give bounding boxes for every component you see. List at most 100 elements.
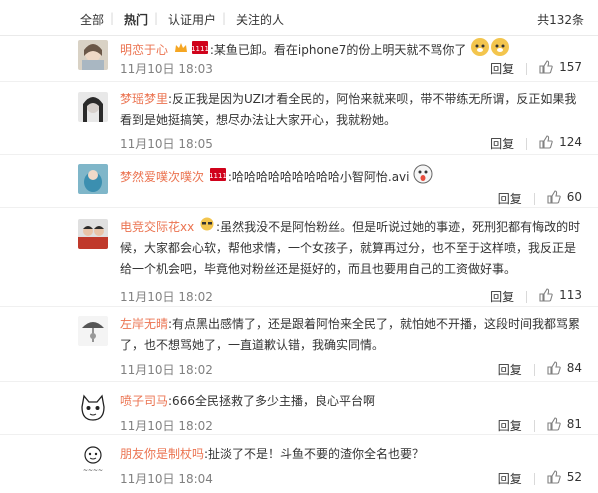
comment-meta: 11月10日 18:02 回复 81 [120,417,582,435]
comment-body: 喷子司马:666全民拯救了多少主播，良心平台啊 [120,391,582,412]
avatar[interactable]: ~~~~ [78,444,108,474]
tab-separator: | [154,11,159,25]
reply-button[interactable]: 回复 [498,190,522,207]
comment-text: :666全民拯救了多少主播，良心平台啊 [168,394,375,408]
svg-text:1111: 1111 [192,45,208,53]
like-count: 52 [566,470,582,484]
thumbs-up-icon [547,361,561,378]
comment-text: :反正我是因为UZI才看全民的，阿怡来就来呗，带不带练无所谓，反正如果我看到是她… [120,92,577,127]
avatar[interactable] [78,164,108,194]
comment-time: 11月10日 18:02 [120,419,213,433]
thumbs-up-icon [547,190,561,207]
member-11-11-badge-icon: 1111 [209,167,227,188]
comment-item: ~~~~ 朋友你是制杖吗:扯淡了不是！斗鱼不要的渣你全名也要？ 11月10日 1… [0,438,598,493]
member-11-11-badge-icon: 1111 [191,40,209,61]
tongue-out-emoji-icon [413,164,433,191]
tab-separator: | [110,11,115,25]
comment-username[interactable]: 喷子司马 [120,394,168,408]
like-button[interactable]: 124 [539,135,582,152]
comment-filter-tabs: 全部 | 热门 | 认证用户 | 关注的人 共132条 [0,0,598,36]
comment-total-count: 共132条 [537,13,584,27]
like-count: 81 [566,417,582,431]
comment-item: 左岸无晴:有点黑出感情了，还是跟着阿怡来全民了，就怕她不开播，这段时间我都骂累了… [0,310,598,382]
action-divider [526,63,528,75]
tab-hot[interactable]: 热门 [124,11,148,28]
comment-item: 喷子司马:666全民拯救了多少主播，良心平台啊 11月10日 18:02 回复 8… [0,385,598,435]
comment-actions: 回复 113 [490,288,582,306]
reply-button[interactable]: 回复 [498,470,522,487]
comment-time: 11月10日 18:03 [120,62,213,76]
action-divider [533,364,535,376]
comment-meta: 11月10日 18:02 回复 113 [120,288,582,306]
thumbs-up-icon [539,60,553,77]
comment-body: 梦瑶梦里:反正我是因为UZI才看全民的，阿怡来就来呗，带不带练无所谓，反正如果我… [120,89,582,131]
comment-meta: 11月10日 18:05 回复 124 [120,135,582,153]
comment-actions: 回复 81 [498,417,582,435]
like-count: 113 [559,288,582,302]
comment-body: 电竞交际花xx :虽然我没不是阿怡粉丝。但是听说过她的事迹，死刑犯都有悔改的时候… [120,217,582,280]
comment-text: :哈哈哈哈哈哈哈哈哈小智阿怡.avi [227,170,410,184]
comment-actions: 回复 84 [498,361,582,379]
like-button[interactable]: 157 [539,60,582,77]
comment-username[interactable]: 梦瑶梦里 [120,92,168,106]
like-count: 157 [559,60,582,74]
tab-all[interactable]: 全部 [80,11,104,28]
comment-time: 11月10日 18:04 [120,472,213,486]
action-divider [533,473,535,485]
comment-username[interactable]: 电竞交际花xx [120,220,194,234]
thumbs-up-icon [539,288,553,305]
comment-time: 11月10日 18:02 [120,290,213,304]
thumbs-up-icon [539,135,553,152]
reply-button[interactable]: 回复 [490,135,514,152]
comment-item: 电竞交际花xx :虽然我没不是阿怡粉丝。但是听说过她的事迹，死刑犯都有悔改的时候… [0,212,598,307]
tab-separator: | [222,11,227,25]
avatar[interactable] [78,219,108,249]
comment-text: :某鱼已卸。看在iphone7的份上明天就不骂你了 [209,43,467,57]
comment-text: :扯淡了不是！斗鱼不要的渣你全名也要？ [204,447,425,461]
avatar[interactable] [78,316,108,346]
comment-actions: 回复 60 [498,190,582,208]
comment-body: 梦然爱噗次噗次 1111:哈哈哈哈哈哈哈哈哈小智阿怡.avi [120,164,582,191]
like-button[interactable]: 113 [539,288,582,305]
comment-item: 明恋于心 1111:某鱼已卸。看在iphone7的份上明天就不骂你了 11月10… [0,36,598,82]
avatar[interactable] [78,92,108,122]
avatar[interactable] [78,40,108,70]
sunglasses-emoji-icon [200,217,214,238]
comment-username[interactable]: 梦然爱噗次噗次 [120,170,204,184]
comment-username[interactable]: 朋友你是制杖吗 [120,447,204,461]
like-button[interactable]: 52 [547,470,582,487]
comment-item: 梦然爱噗次噗次 1111:哈哈哈哈哈哈哈哈哈小智阿怡.avi 回复 60 [0,158,598,208]
comment-time: 11月10日 18:05 [120,137,213,151]
like-count: 60 [566,190,582,204]
comment-actions: 回复 157 [490,60,582,78]
tab-verified-users[interactable]: 认证用户 [168,11,216,28]
thumbs-up-icon [547,417,561,434]
like-button[interactable]: 81 [547,417,582,434]
comment-username[interactable]: 左岸无晴 [120,317,168,331]
reply-button[interactable]: 回复 [498,361,522,378]
comment-meta: 回复 60 [120,190,582,208]
thumbs-up-icon [547,470,561,487]
comment-text: :有点黑出感情了，还是跟着阿怡来全民了，就怕她不开播，这段时间我都骂累了，也不想… [120,317,581,352]
like-count: 84 [566,361,582,375]
comment-body: 朋友你是制杖吗:扯淡了不是！斗鱼不要的渣你全名也要？ [120,444,582,465]
action-divider [526,291,528,303]
comment-meta: 11月10日 18:02 回复 84 [120,361,582,379]
reply-button[interactable]: 回复 [490,288,514,305]
avatar[interactable] [78,393,108,423]
reply-button[interactable]: 回复 [498,417,522,434]
comment-username[interactable]: 明恋于心 [120,43,168,57]
comment-actions: 回复 52 [498,470,582,488]
reply-button[interactable]: 回复 [490,60,514,77]
comment-body: 左岸无晴:有点黑出感情了，还是跟着阿怡来全民了，就怕她不开播，这段时间我都骂累了… [120,314,582,356]
svg-text:~~~~: ~~~~ [83,467,103,474]
tab-following[interactable]: 关注的人 [236,11,284,28]
like-button[interactable]: 60 [547,190,582,207]
comment-item: 梦瑶梦里:反正我是因为UZI才看全民的，阿怡来就来呗，带不带练无所谓，反正如果我… [0,85,598,155]
comment-time: 11月10日 18:02 [120,363,213,377]
like-button[interactable]: 84 [547,361,582,378]
comment-meta: 11月10日 18:03 回复 157 [120,60,582,78]
comment-actions: 回复 124 [490,135,582,153]
vip-crown-icon [174,40,188,61]
svg-text:1111: 1111 [210,172,226,180]
